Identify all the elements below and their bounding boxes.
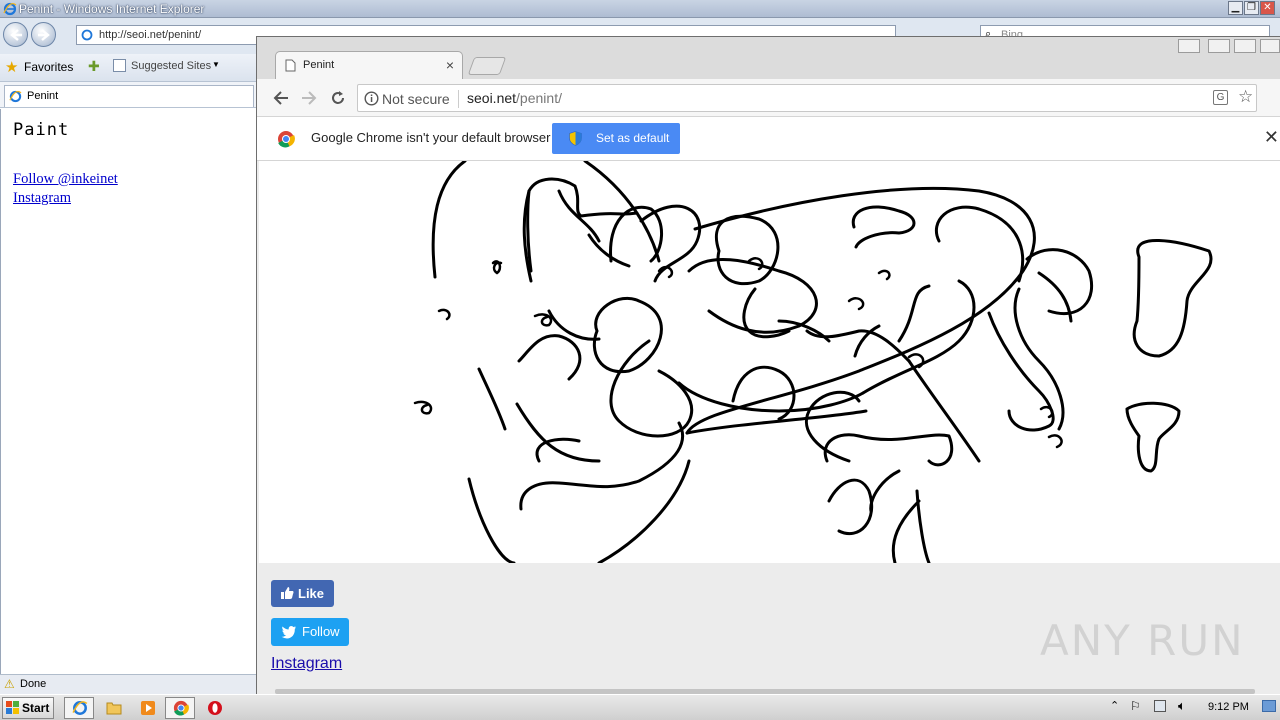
taskbar-chrome-button[interactable] — [165, 697, 195, 719]
suggested-sites-button[interactable]: Suggested Sites — [131, 60, 211, 72]
reload-icon[interactable] — [330, 90, 346, 106]
url-path: /penint/ — [516, 90, 562, 106]
warning-icon: ⚠ — [4, 677, 15, 691]
instagram-link[interactable]: Instagram — [13, 190, 71, 207]
ie-address-text: http://seoi.net/penint/ — [99, 29, 202, 41]
status-text: Done — [20, 678, 47, 690]
back-button[interactable] — [3, 22, 28, 47]
system-tray: ⌃ ⚐ 🔈︎ — [1104, 697, 1280, 719]
bookmark-star-icon[interactable]: ☆ — [1238, 87, 1253, 107]
chrome-close-button[interactable] — [1260, 39, 1280, 53]
translate-icon[interactable]: G — [1213, 90, 1228, 105]
favorites-button[interactable]: Favorites — [24, 60, 73, 74]
folder-icon — [106, 702, 122, 715]
omnibox[interactable]: Not secure seoi.net/penint/ G ☆ — [357, 84, 1257, 112]
page-heading: Paint — [13, 120, 70, 140]
facebook-like-button[interactable]: Like — [271, 580, 334, 607]
security-label[interactable]: Not secure — [382, 91, 450, 107]
chrome-tab[interactable]: Penint × — [275, 51, 463, 80]
opera-logo-icon — [208, 701, 222, 715]
page-icon — [285, 59, 296, 72]
tray-expand-icon[interactable]: ⌃ — [1110, 699, 1119, 712]
taskbar-ie-button[interactable] — [64, 697, 94, 719]
url-domain: seoi.net — [467, 90, 517, 106]
ie-tab-icon — [9, 90, 22, 103]
show-desktop-icon[interactable] — [1262, 700, 1276, 712]
chrome-toolbar: Not secure seoi.net/penint/ G ☆ ⋮ — [257, 79, 1280, 117]
ie-status-bar: ⚠ Done — [0, 674, 256, 694]
taskbar: Start ⌃ ⚐ 🔈︎ 9:12 PM — [0, 694, 1280, 720]
ie-page-icon — [81, 29, 93, 41]
follow-inkeinet-link[interactable]: Follow @inkeinet — [13, 171, 118, 188]
back-arrow-icon — [10, 29, 22, 41]
new-tab-button[interactable] — [467, 57, 507, 75]
chevron-down-icon: ▼ — [212, 60, 220, 69]
twitter-bird-icon — [281, 626, 296, 639]
ie-logo-icon — [3, 2, 17, 16]
infobar-close-icon[interactable]: ✕ — [1264, 127, 1279, 148]
ie-page-content: Paint Follow @inkeinet Instagram — [0, 109, 256, 674]
set-as-default-button[interactable]: Set as default — [552, 123, 680, 154]
ie-tab[interactable]: Penint — [4, 85, 254, 107]
scribble-drawing — [413, 161, 1213, 563]
infobar-message: Google Chrome isn't your default browser — [311, 130, 551, 145]
shield-icon — [569, 131, 582, 146]
back-arrow-icon[interactable] — [273, 90, 289, 106]
drawing-canvas[interactable] — [259, 161, 1280, 563]
restore-button[interactable]: ❐ — [1244, 1, 1259, 15]
anyrun-watermark: ANY RUN — [1040, 610, 1243, 670]
network-icon[interactable] — [1154, 700, 1166, 712]
watermark-text: ANY RUN — [1040, 616, 1245, 665]
chrome-maximize-button[interactable] — [1234, 39, 1256, 53]
menu-icon[interactable]: ⋮ — [1273, 87, 1280, 107]
clock: 9:12 PM — [1208, 701, 1249, 713]
close-window-button[interactable]: ✕ — [1260, 1, 1275, 15]
forward-arrow-icon — [38, 29, 50, 41]
taskbar-media-player-button[interactable] — [132, 697, 162, 719]
chrome-logo-icon — [173, 700, 189, 716]
set-as-default-label: Set as default — [596, 131, 670, 145]
chrome-tab-strip: Penint × — [257, 37, 1280, 80]
twitter-follow-button[interactable]: Follow — [271, 618, 349, 646]
instagram-page-link[interactable]: Instagram — [271, 655, 342, 673]
chrome-logo-icon — [278, 131, 295, 148]
taskbar-explorer-button[interactable] — [98, 697, 128, 719]
chrome-window: Penint × Not secure seoi.net/penint/ G ☆… — [256, 36, 1280, 695]
profile-icon[interactable] — [1178, 39, 1200, 53]
omnibox-divider — [458, 90, 459, 108]
tab-close-icon[interactable]: × — [446, 57, 454, 73]
thumbs-up-icon — [281, 587, 294, 599]
taskbar-opera-button[interactable] — [199, 697, 229, 719]
ie-logo-icon — [72, 701, 88, 715]
forward-arrow-icon[interactable] — [301, 90, 317, 106]
minimize-button[interactable]: ▁ — [1228, 1, 1243, 15]
media-player-icon — [141, 701, 155, 715]
flag-icon[interactable]: ⚐ — [1130, 699, 1141, 713]
follow-label: Follow — [302, 624, 340, 639]
ie-tab-row: Penint — [0, 82, 256, 108]
ie-title-bar: Penint - Windows Internet Explorer ▁ ❐ ✕ — [0, 0, 1280, 18]
start-label: Start — [22, 701, 50, 715]
url-text: seoi.net/penint/ — [467, 90, 562, 106]
volume-icon[interactable]: 🔈︎ — [1178, 698, 1186, 714]
windows-logo-icon — [6, 701, 19, 714]
star-icon: ★ — [5, 59, 19, 76]
forward-button[interactable] — [31, 22, 56, 47]
like-label: Like — [298, 586, 325, 601]
window-title: Penint - Windows Internet Explorer — [19, 2, 205, 16]
info-icon[interactable] — [364, 91, 379, 106]
default-browser-infobar: Google Chrome isn't your default browser… — [257, 117, 1280, 161]
ie-tab-title: Penint — [27, 90, 59, 102]
add-favorite-icon[interactable]: ✚ — [88, 58, 100, 75]
start-button[interactable]: Start — [2, 697, 54, 719]
suggested-sites-icon — [113, 59, 126, 72]
chrome-minimize-button[interactable] — [1208, 39, 1230, 53]
chrome-tab-title: Penint — [303, 59, 335, 71]
